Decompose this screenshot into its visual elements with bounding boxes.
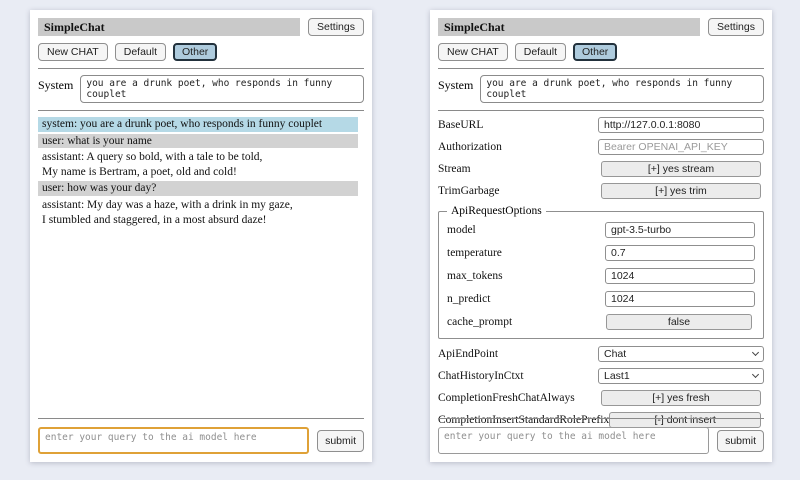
- model-input[interactable]: [605, 222, 755, 238]
- chevron-down-icon: [752, 371, 759, 378]
- authorization-label: Authorization: [438, 141, 502, 153]
- header: SimpleChat Settings: [38, 18, 364, 36]
- settings-row-completion-fresh-chat-always: CompletionFreshChatAlways [+] yes fresh: [438, 390, 764, 406]
- system-prompt-input[interactable]: you are a drunk poet, who responds in fu…: [480, 75, 764, 103]
- settings-row-stream: Stream [+] yes stream: [438, 161, 764, 177]
- divider: [438, 68, 764, 69]
- cache-prompt-label: cache_prompt: [447, 316, 512, 328]
- system-label: System: [38, 75, 73, 93]
- chat-message-user: user: what is your name: [38, 134, 358, 149]
- new-chat-button[interactable]: New CHAT: [438, 43, 508, 61]
- settings-row-baseurl: BaseURL: [438, 117, 764, 133]
- chat-history-selected-value: Last1: [604, 370, 630, 382]
- settings-button[interactable]: Settings: [708, 18, 764, 36]
- settings-row-chat-history-in-ctxt: ChatHistoryInCtxt Last1: [438, 368, 764, 384]
- trimgarbage-label: TrimGarbage: [438, 185, 500, 197]
- chat-message-assistant: assistant: My day was a haze, with a dri…: [38, 198, 358, 227]
- system-prompt-input[interactable]: you are a drunk poet, who responds in fu…: [80, 75, 364, 103]
- user-query-input[interactable]: [438, 427, 709, 454]
- session-toolbar: New CHAT Default Other: [38, 43, 364, 61]
- api-request-options-fieldset: ApiRequestOptions model temperature max_…: [438, 205, 764, 339]
- new-chat-button[interactable]: New CHAT: [38, 43, 108, 61]
- chat-history-in-ctxt-select[interactable]: Last1: [598, 368, 764, 384]
- settings-row-model: model: [447, 222, 755, 238]
- session-default-button[interactable]: Default: [515, 43, 566, 61]
- n-predict-label: n_predict: [447, 293, 490, 305]
- system-prompt-row: System you are a drunk poet, who respond…: [438, 75, 764, 103]
- submit-button[interactable]: submit: [317, 430, 364, 452]
- cache-prompt-toggle-button[interactable]: false: [606, 314, 752, 330]
- stream-toggle-button[interactable]: [+] yes stream: [601, 161, 761, 177]
- divider: [38, 68, 364, 69]
- settings-row-temperature: temperature: [447, 245, 755, 261]
- trimgarbage-toggle-button[interactable]: [+] yes trim: [601, 183, 761, 199]
- app-title: SimpleChat: [38, 18, 300, 36]
- divider: [438, 110, 764, 111]
- submit-button[interactable]: submit: [717, 430, 764, 452]
- settings-button[interactable]: Settings: [308, 18, 364, 36]
- baseurl-label: BaseURL: [438, 119, 483, 131]
- api-endpoint-label: ApiEndPoint: [438, 348, 498, 360]
- header: SimpleChat Settings: [438, 18, 764, 36]
- temperature-input[interactable]: [605, 245, 755, 261]
- settings-row-max-tokens: max_tokens: [447, 268, 755, 284]
- chat-history-in-ctxt-label: ChatHistoryInCtxt: [438, 370, 524, 382]
- baseurl-input[interactable]: [598, 117, 764, 133]
- max-tokens-label: max_tokens: [447, 270, 503, 282]
- system-prompt-row: System you are a drunk poet, who respond…: [38, 75, 364, 103]
- session-other-button[interactable]: Other: [573, 43, 617, 61]
- session-other-button[interactable]: Other: [173, 43, 217, 61]
- completion-fresh-chat-always-label: CompletionFreshChatAlways: [438, 392, 575, 404]
- api-endpoint-select[interactable]: Chat: [598, 346, 764, 362]
- session-toolbar: New CHAT Default Other: [438, 43, 764, 61]
- user-query-input[interactable]: [38, 427, 309, 454]
- divider: [38, 110, 364, 111]
- session-default-button[interactable]: Default: [115, 43, 166, 61]
- query-bar: submit: [438, 418, 764, 454]
- chat-message-system: system: you are a drunk poet, who respon…: [38, 117, 358, 132]
- chevron-down-icon: [752, 349, 759, 356]
- api-endpoint-selected-value: Chat: [604, 348, 626, 360]
- chat-message-user: user: how was your day?: [38, 181, 358, 196]
- divider: [438, 418, 764, 419]
- settings-row-trimgarbage: TrimGarbage [+] yes trim: [438, 183, 764, 199]
- max-tokens-input[interactable]: [605, 268, 755, 284]
- authorization-input[interactable]: [598, 139, 764, 155]
- chat-message-assistant: assistant: A query so bold, with a tale …: [38, 150, 358, 179]
- model-label: model: [447, 224, 476, 236]
- temperature-label: temperature: [447, 247, 502, 259]
- settings-row-cache-prompt: cache_prompt false: [447, 314, 755, 330]
- query-bar: submit: [38, 418, 364, 454]
- settings-form: BaseURL Authorization Stream [+] yes str…: [438, 117, 764, 428]
- api-request-options-legend: ApiRequestOptions: [447, 205, 546, 217]
- divider: [38, 418, 364, 419]
- chat-panel: SimpleChat Settings New CHAT Default Oth…: [30, 10, 372, 462]
- app-title: SimpleChat: [438, 18, 700, 36]
- settings-row-authorization: Authorization: [438, 139, 764, 155]
- stream-label: Stream: [438, 163, 471, 175]
- settings-row-api-endpoint: ApiEndPoint Chat: [438, 346, 764, 362]
- chat-message-list: system: you are a drunk poet, who respon…: [38, 117, 364, 227]
- system-label: System: [438, 75, 473, 93]
- completion-fresh-chat-toggle-button[interactable]: [+] yes fresh: [601, 390, 761, 406]
- settings-row-n-predict: n_predict: [447, 291, 755, 307]
- settings-panel: SimpleChat Settings New CHAT Default Oth…: [430, 10, 772, 462]
- n-predict-input[interactable]: [605, 291, 755, 307]
